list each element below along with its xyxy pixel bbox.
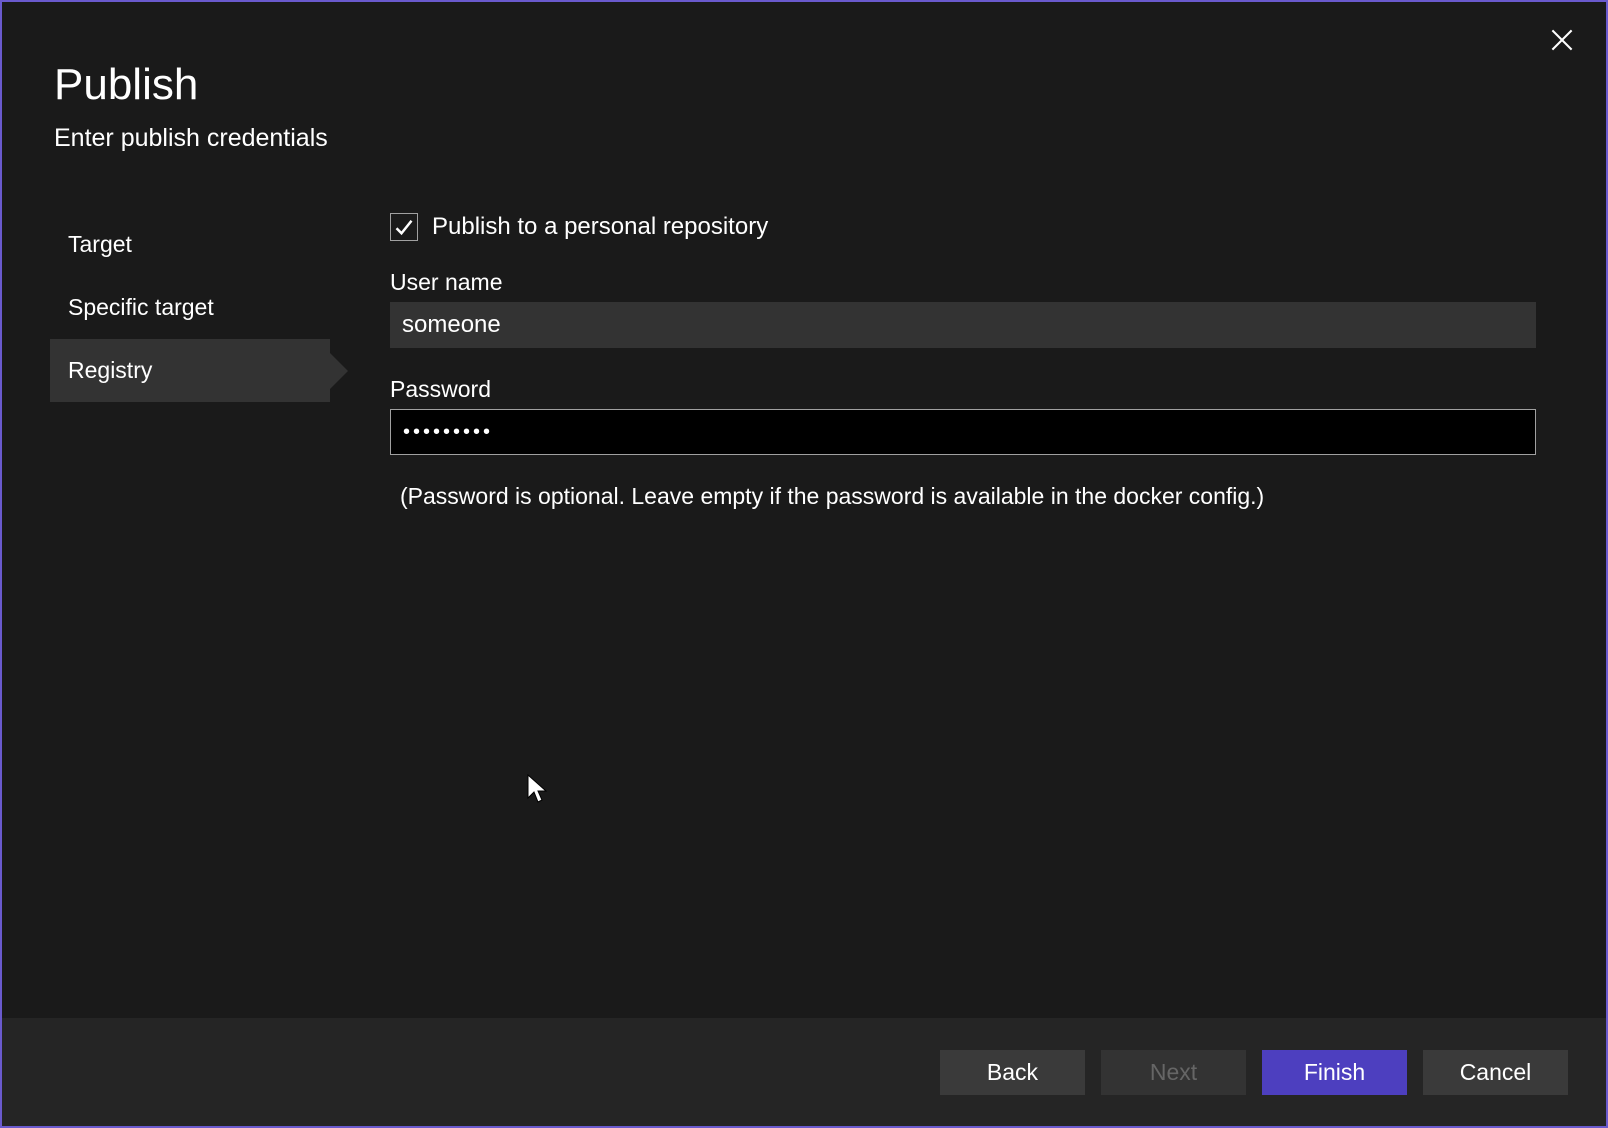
- finish-button[interactable]: Finish: [1262, 1050, 1407, 1095]
- personal-repo-row: Publish to a personal repository: [390, 213, 1536, 241]
- wizard-steps-sidebar: Target Specific target Registry: [50, 213, 330, 1018]
- close-button[interactable]: [1548, 26, 1576, 54]
- close-icon: [1551, 29, 1573, 51]
- sidebar-item-label: Registry: [68, 357, 152, 383]
- dialog-title: Publish: [54, 60, 1554, 110]
- form-content: Publish to a personal repository User na…: [330, 213, 1566, 1018]
- publish-dialog: Publish Enter publish credentials Target…: [0, 0, 1608, 1128]
- personal-repo-checkbox[interactable]: [390, 213, 418, 241]
- dialog-subtitle: Enter publish credentials: [54, 124, 1554, 153]
- checkmark-icon: [394, 217, 414, 237]
- password-hint: (Password is optional. Leave empty if th…: [400, 483, 1536, 510]
- dialog-header: Publish Enter publish credentials: [2, 2, 1606, 153]
- sidebar-item-registry[interactable]: Registry: [50, 339, 330, 402]
- next-button: Next: [1101, 1050, 1246, 1095]
- username-group: User name: [390, 269, 1536, 348]
- dialog-footer: Back Next Finish Cancel: [2, 1018, 1606, 1126]
- username-label: User name: [390, 269, 1536, 296]
- username-input[interactable]: [390, 302, 1536, 348]
- sidebar-item-label: Specific target: [68, 294, 214, 320]
- sidebar-item-target[interactable]: Target: [50, 213, 330, 276]
- personal-repo-label[interactable]: Publish to a personal repository: [432, 213, 768, 241]
- password-input[interactable]: [390, 409, 1536, 455]
- sidebar-item-specific-target[interactable]: Specific target: [50, 276, 330, 339]
- password-group: Password: [390, 376, 1536, 455]
- sidebar-item-label: Target: [68, 231, 132, 257]
- cancel-button[interactable]: Cancel: [1423, 1050, 1568, 1095]
- back-button[interactable]: Back: [940, 1050, 1085, 1095]
- password-label: Password: [390, 376, 1536, 403]
- dialog-body: Target Specific target Registry Publish …: [2, 153, 1606, 1018]
